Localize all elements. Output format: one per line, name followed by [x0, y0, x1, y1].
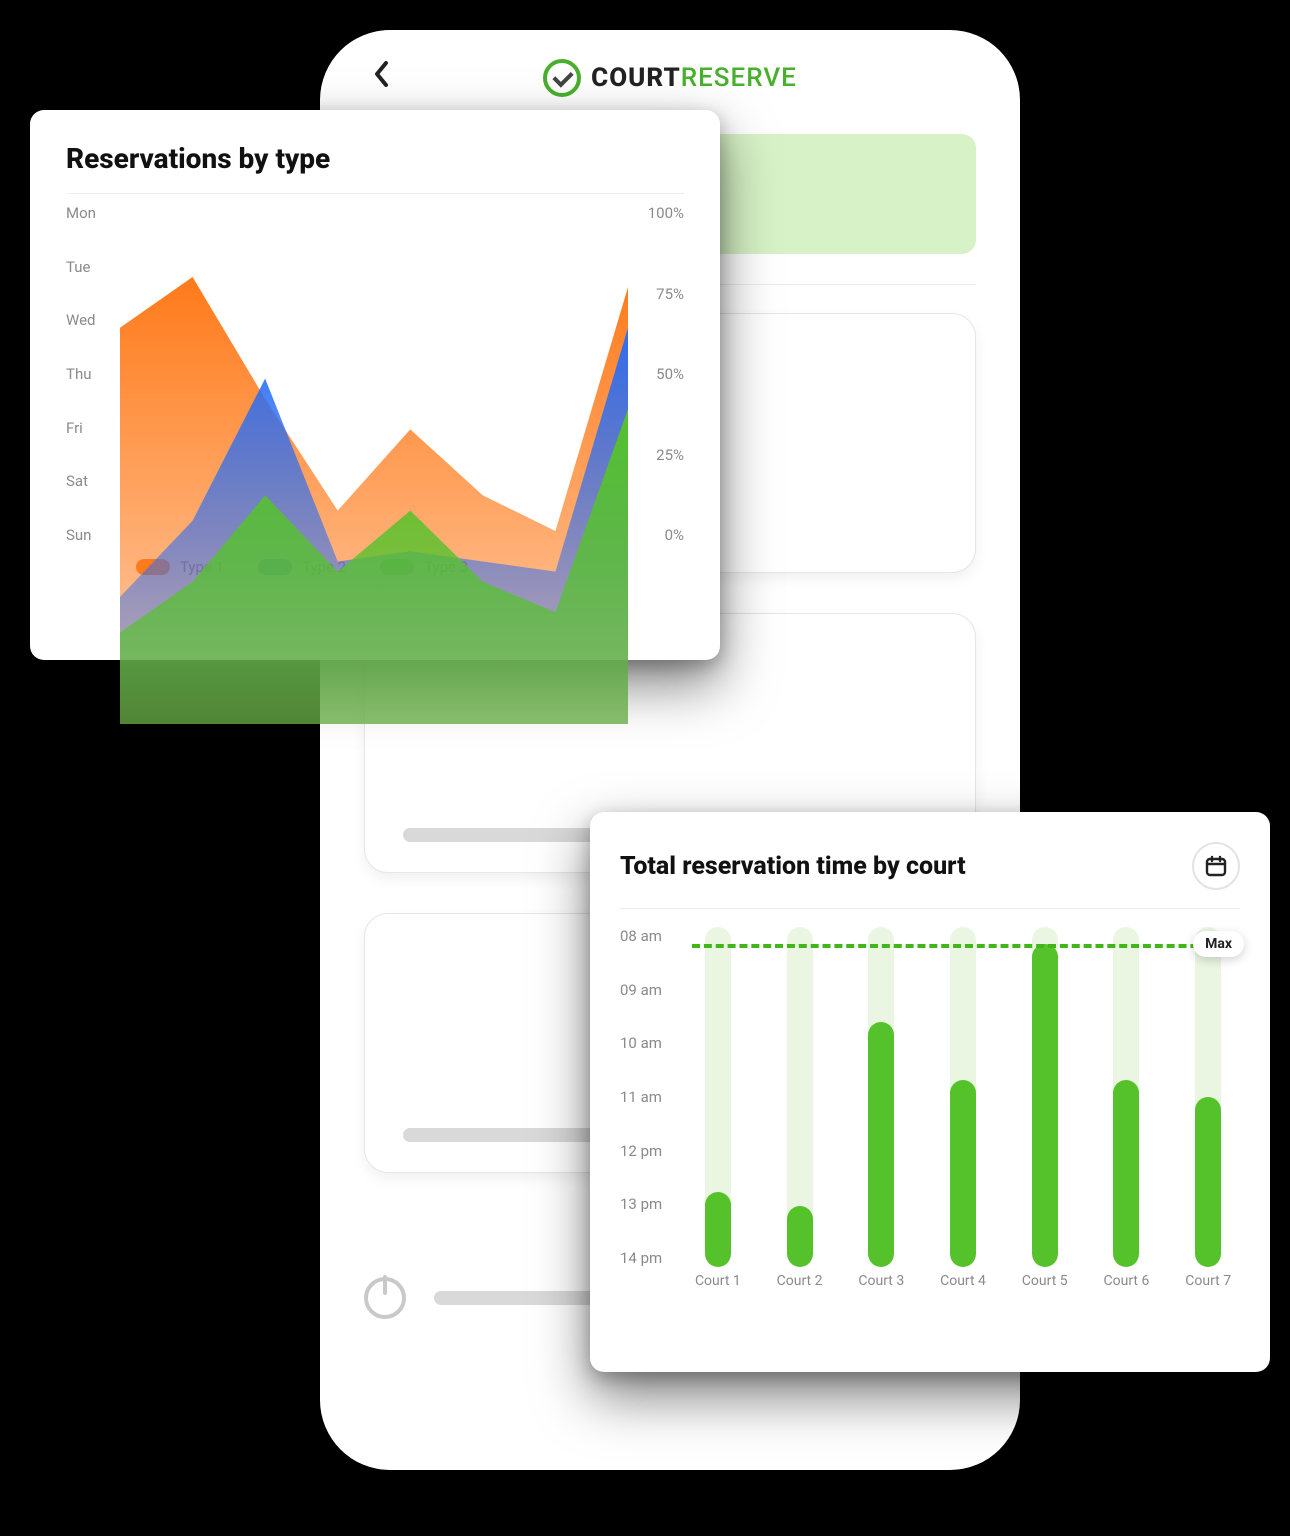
bar-track	[855, 927, 907, 1267]
bar-track-bg	[1113, 927, 1139, 1267]
bar-track-bg	[1032, 927, 1058, 1267]
axis-tick: Court 4	[937, 1273, 989, 1301]
axis-tick: Court 3	[855, 1273, 907, 1301]
axis-tick: 09 am	[620, 981, 680, 999]
axis-tick: 0%	[632, 526, 684, 544]
area-chart-svg	[120, 216, 628, 724]
power-icon[interactable]	[364, 1277, 406, 1319]
bar-chart-x-axis: Court 1 Court 2 Court 3 Court 4 Court 5 Court…	[692, 1273, 1234, 1301]
axis-tick: Fri	[66, 419, 116, 437]
brand-name: COURTRESERVE	[591, 63, 797, 93]
checkmark-circle-icon	[543, 59, 581, 97]
axis-tick: Wed	[66, 311, 116, 329]
bar-fill	[787, 1206, 813, 1267]
bar-chart-max-line	[692, 944, 1234, 948]
bar-track-bg	[705, 927, 731, 1267]
bar-track-bg	[868, 927, 894, 1267]
chevron-left-icon	[372, 60, 392, 96]
bar-chart-y-axis: 08 am 09 am 10 am 11 am 12 pm 13 pm 14 pm	[620, 927, 680, 1267]
bar-fill	[1032, 944, 1058, 1267]
bar-track	[774, 927, 826, 1267]
bar-chart: 08 am09 am10 am11 am12 pm13 pm14 pm Max …	[620, 921, 1240, 1301]
bar-track	[937, 927, 989, 1267]
axis-tick: Sat	[66, 472, 116, 490]
brand-logo-lockup: COURTRESERVE	[543, 59, 797, 97]
bar-track	[692, 927, 744, 1267]
bar-track	[1182, 927, 1234, 1267]
axis-tick: 10 am	[620, 1034, 680, 1052]
bar-chart-title: Total reservation time by court	[620, 852, 966, 881]
axis-tick: 100%	[632, 204, 684, 222]
axis-tick: 11 am	[620, 1088, 680, 1106]
bar-track	[1101, 927, 1153, 1267]
brand-secondary: RESERVE	[681, 63, 797, 93]
axis-tick: 50%	[632, 365, 684, 383]
reservation-time-by-court-card: Total reservation time by court 08 am 09 …	[590, 812, 1270, 1372]
axis-tick: Tue	[66, 258, 116, 276]
axis-tick: 75%	[632, 285, 684, 303]
axis-tick: Sun	[66, 526, 116, 544]
reservations-by-type-card: Reservations by type Mon Tue Wed Thu Fri Sat S…	[30, 110, 720, 660]
area-chart-right-axis: 100% 75% 50% 25% 0%	[632, 204, 684, 544]
axis-tick: Thu	[66, 365, 116, 383]
bar-fill	[1113, 1080, 1139, 1267]
bar-fill	[950, 1080, 976, 1267]
bar-track-bg	[787, 927, 813, 1267]
divider	[66, 193, 684, 194]
area-chart: Mon Tue Wed Thu Fri Sat Sun 100% 75% 50% 25% 0%	[66, 204, 684, 544]
axis-tick: Court 7	[1182, 1273, 1234, 1301]
bar-track	[1019, 927, 1071, 1267]
axis-tick: Court 1	[692, 1273, 744, 1301]
bar-chart-max-label: Max	[1193, 931, 1244, 957]
axis-tick: 12 pm	[620, 1142, 680, 1160]
axis-tick: Court 5	[1019, 1273, 1071, 1301]
axis-tick: Court 2	[774, 1273, 826, 1301]
bar-fill	[705, 1192, 731, 1267]
bar-fill	[868, 1022, 894, 1267]
bar-card-header: Total reservation time by court	[620, 842, 1240, 890]
bar-chart-bars	[692, 927, 1234, 1267]
axis-tick: Court 6	[1101, 1273, 1153, 1301]
calendar-icon	[1204, 854, 1228, 878]
back-button[interactable]	[364, 60, 400, 96]
bar-fill	[1195, 1097, 1221, 1267]
brand-primary: COURT	[591, 63, 681, 93]
divider	[620, 908, 1240, 909]
calendar-button[interactable]	[1192, 842, 1240, 890]
area-chart-title: Reservations by type	[66, 142, 684, 175]
axis-tick: 14 pm	[620, 1249, 680, 1267]
axis-tick: 25%	[632, 446, 684, 464]
bar-track-bg	[950, 927, 976, 1267]
area-chart-left-axis: Mon Tue Wed Thu Fri Sat Sun	[66, 204, 116, 544]
axis-tick: Mon	[66, 204, 116, 222]
axis-tick: 13 pm	[620, 1195, 680, 1213]
axis-tick: 08 am	[620, 927, 680, 945]
bar-track-bg	[1195, 927, 1221, 1267]
